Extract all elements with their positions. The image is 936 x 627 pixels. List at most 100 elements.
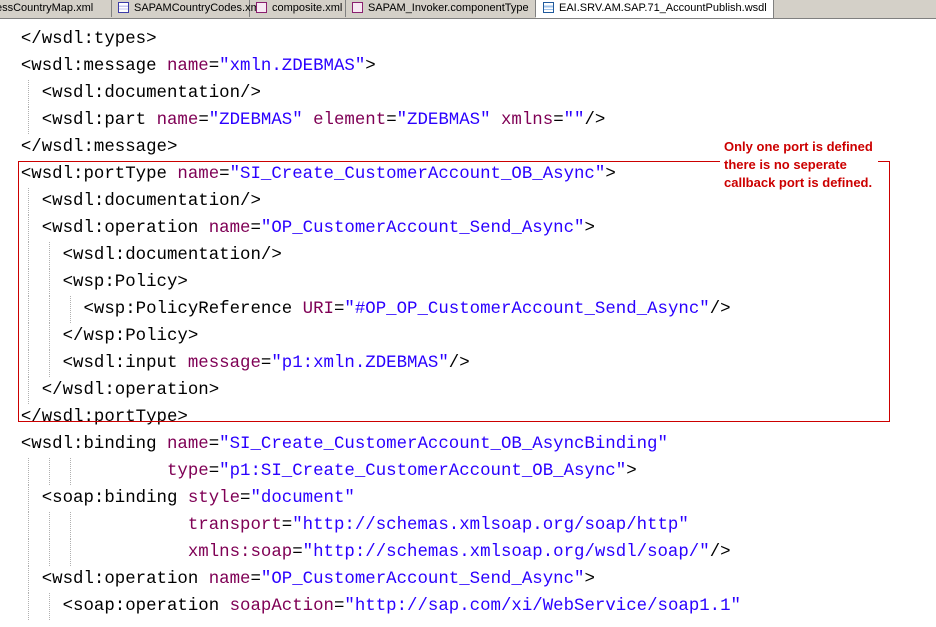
indent-guide [70,512,71,539]
code-line: type="p1:SI_Create_CustomerAccount_OB_As… [0,458,741,485]
indent-guide [28,593,29,620]
attribute-name: name [208,570,251,589]
indent-guide [49,539,50,566]
xml-markup: = [386,111,397,130]
code-line: transport="http://schemas.xmlsoap.org/so… [0,512,741,539]
tab-label: essCountryMap.xml [0,2,94,14]
indent-guide [49,593,50,620]
attribute-name: style [187,489,241,508]
code-line: <wsdl:message name="xmln.ZDEBMAS"> [0,53,741,80]
xml-markup: /> [709,543,731,562]
xml-markup: > [584,570,595,589]
xml-markup: <soap:operation [62,597,230,616]
xml-markup: = [208,57,220,76]
code-line: <wsdl:documentation/> [0,80,741,107]
attribute-value: "OP_CustomerAccount_Send_Async" [260,570,585,589]
tab-accountpublish-wsdl[interactable]: EAI.SRV.AM.SAP.71_AccountPublish.wsdl [536,0,774,18]
code-line: </wsdl:message> [0,134,741,161]
attribute-name: element [313,111,387,130]
xml-markup [491,111,501,130]
attribute-value: "http://schemas.xmlsoap.org/wsdl/soap/" [302,543,710,562]
attribute-value: "http://sap.com/xi/WebService/soap1.1" [344,597,741,616]
attribute-value: "document" [250,489,355,508]
indent-guide [28,107,29,134]
code-line: <wsdl:binding name="SI_Create_CustomerAc… [0,431,741,458]
xml-markup: <wsdl:operation [41,570,209,589]
attribute-value: "ZDEBMAS" [208,111,303,130]
xml-markup [303,111,313,130]
tab-label: composite.xml [272,2,343,14]
xml-markup: <wsdl:part [41,111,157,130]
tab-sapamcountrycodes[interactable]: SAPAMCountryCodes.xml [112,0,262,17]
xml-markup: = [250,570,261,589]
xml-markup: <soap:binding [41,489,188,508]
composite-file-icon [256,2,267,13]
code-line: <wsdl:operation name="OP_CustomerAccount… [0,566,741,593]
attribute-name: soapAction [229,597,334,616]
code-line: <soap:binding style="document" [0,485,741,512]
editor-tab-bar: essCountryMap.xml SAPAMCountryCodes.xml … [0,0,936,19]
code-line: </wsdl:types> [0,26,741,53]
code-line: <wsdl:part name="ZDEBMAS" element="ZDEBM… [0,107,741,134]
attribute-value: "p1:SI_Create_CustomerAccount_OB_Async" [219,462,627,481]
indent-guide [28,566,29,593]
indent-guide [28,458,29,485]
xml-markup: = [240,489,251,508]
indent-guide [28,80,29,107]
code-line: <soap:operation soapAction="http://sap.c… [0,593,741,620]
xml-markup: = [333,597,345,616]
indent-guide [49,512,50,539]
xml-markup: <wsdl:message [20,57,167,76]
component-file-icon [352,2,363,13]
attribute-value: "http://schemas.xmlsoap.org/soap/http" [292,516,689,535]
attribute-name: transport [187,516,282,535]
xml-markup: > [626,462,637,481]
tab-composite[interactable]: composite.xml [250,0,346,17]
attribute-value: "xmln.ZDEBMAS" [219,57,366,76]
attribute-name: name [156,111,199,130]
xml-markup: </wsdl:message> [20,138,178,157]
indent-guide [70,458,71,485]
attribute-name: type [166,462,209,481]
indent-guide [28,539,29,566]
code-editor[interactable]: </wsdl:types> <wsdl:message name="xmln.Z… [0,18,936,627]
indent-guide [70,539,71,566]
attribute-name: xmlns [501,111,554,130]
annotation-note: Only one port is defined there is no sep… [720,138,878,192]
tab-label: SAPAMCountryCodes.xml [134,2,263,14]
attribute-value: "SI_Create_CustomerAccount_OB_AsyncBindi… [219,435,668,454]
xml-markup: /> [584,111,606,130]
xml-markup: = [198,111,209,130]
code-line: xmlns:soap="http://schemas.xmlsoap.org/w… [0,539,741,566]
indent-guide [49,458,50,485]
xml-markup: <wsdl:documentation/> [41,84,261,103]
attribute-name: name [166,57,209,76]
xml-markup: = [281,516,293,535]
indent-guide [28,512,29,539]
xml-markup: = [208,435,220,454]
tab-label: SAPAM_Invoker.componentType [368,2,529,14]
xml-markup: = [553,111,564,130]
tab-esscountrymap[interactable]: essCountryMap.xml [0,0,112,17]
attribute-value: "" [563,111,585,130]
indent-guide [28,485,29,512]
tab-label: EAI.SRV.AM.SAP.71_AccountPublish.wsdl [559,2,767,14]
xml-markup: </wsdl:types> [20,30,157,49]
tab-sapam-invoker[interactable]: SAPAM_Invoker.componentType [346,0,536,17]
wsdl-file-icon [543,2,554,13]
attribute-value: "ZDEBMAS" [396,111,491,130]
xml-markup: > [365,57,376,76]
attribute-name: name [166,435,209,454]
porttype-highlight-box [18,161,890,422]
xml-markup: = [208,462,220,481]
